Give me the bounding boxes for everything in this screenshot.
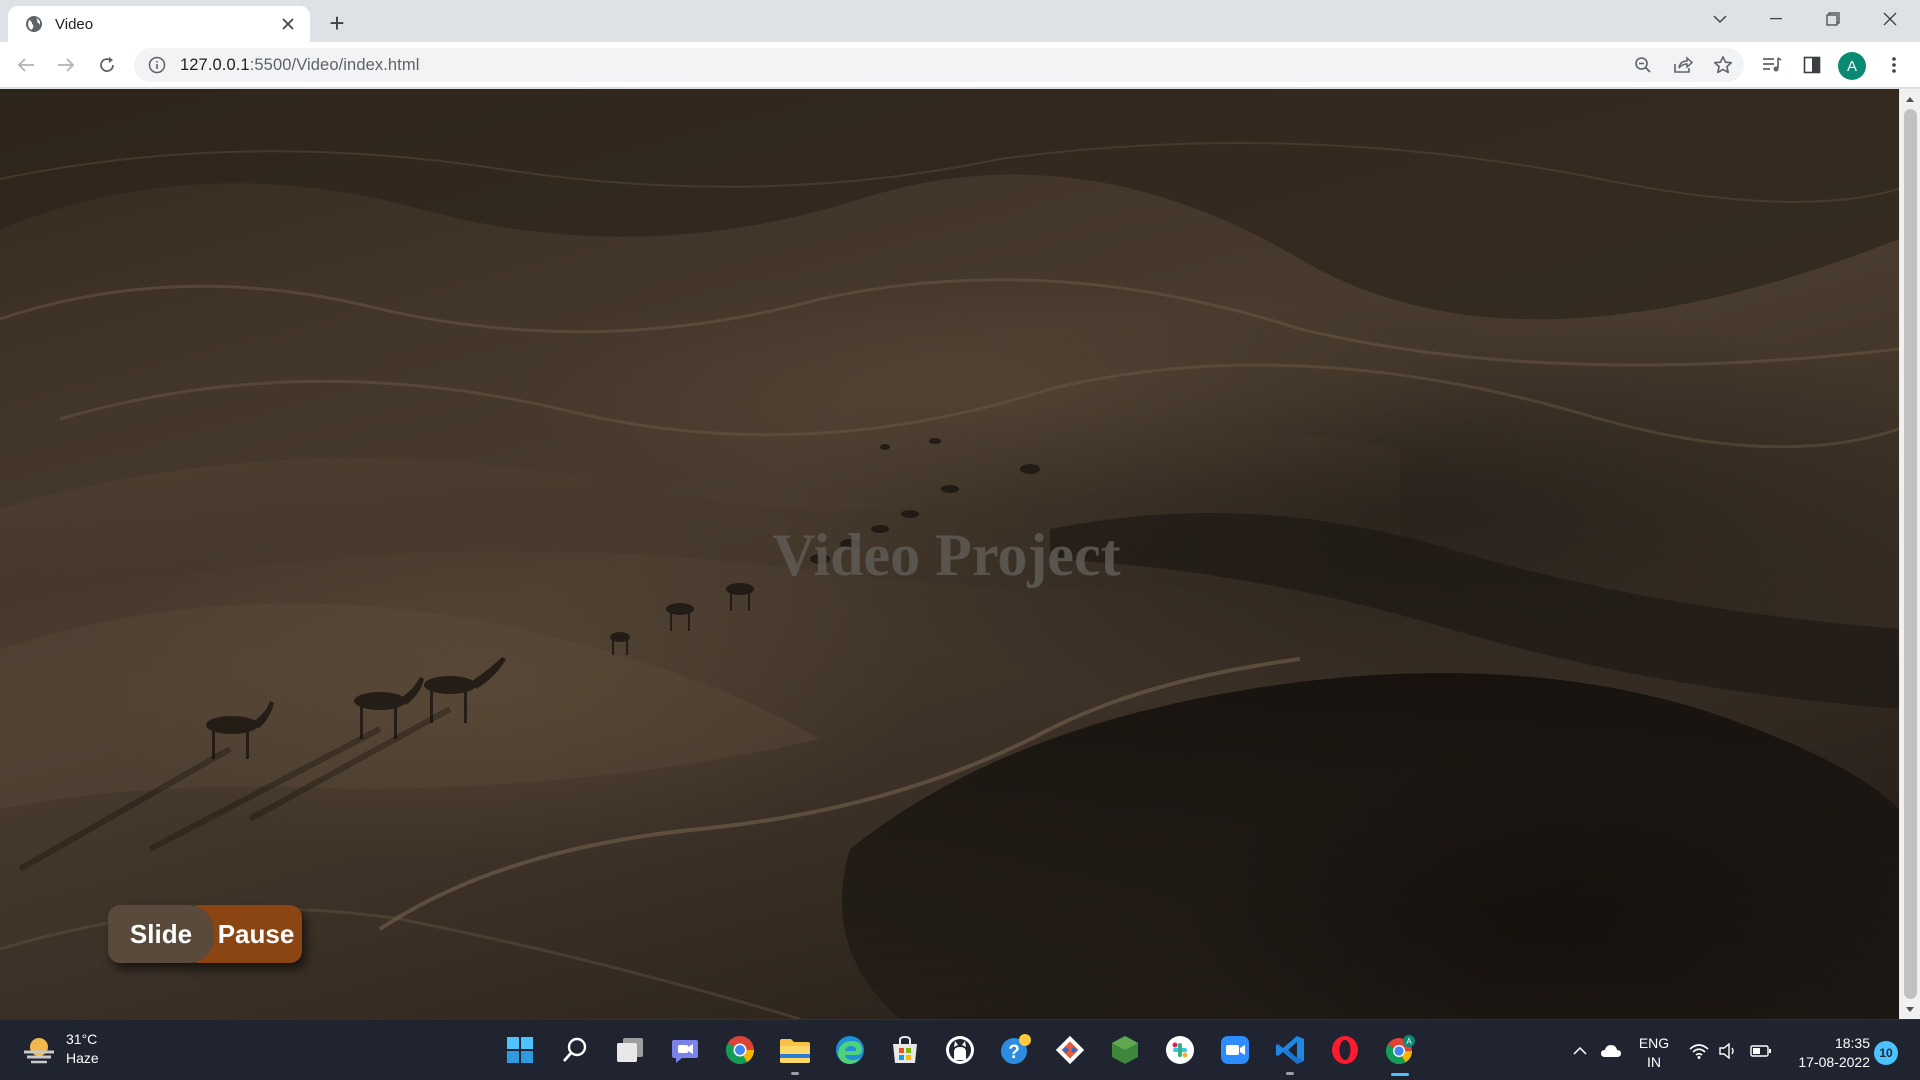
back-button[interactable]: [10, 49, 42, 81]
slide-button[interactable]: Slide: [108, 905, 214, 963]
profile-avatar[interactable]: A: [1838, 52, 1866, 80]
vscode-icon[interactable]: [1273, 1033, 1307, 1075]
system-clock[interactable]: 18:35 17-08-2022: [1782, 1034, 1870, 1072]
globe-icon: [24, 15, 43, 34]
page-title: Video Project: [772, 522, 1121, 588]
close-window-button[interactable]: [1862, 0, 1918, 38]
scrollbar-thumb[interactable]: [1904, 109, 1917, 999]
address-bar[interactable]: 127.0.0.1:5500/Video/index.html: [134, 48, 1744, 82]
windows-start-icon[interactable]: [503, 1033, 537, 1067]
github-icon[interactable]: [943, 1033, 977, 1067]
teams-chat-icon[interactable]: [668, 1033, 702, 1067]
url-text: 127.0.0.1:5500/Video/index.html: [180, 55, 420, 74]
onedrive-cloud-icon[interactable]: [1598, 1020, 1624, 1080]
input-language-indicator[interactable]: ENG IN: [1636, 1034, 1672, 1072]
page-scrollbar[interactable]: [1899, 89, 1920, 1019]
media-control-icon[interactable]: [1756, 49, 1788, 81]
browser-toolbar: 127.0.0.1:5500/Video/index.html A: [0, 42, 1920, 88]
notification-count-badge[interactable]: 10: [1874, 1041, 1898, 1065]
close-tab-icon[interactable]: [278, 14, 298, 34]
svg-text:A: A: [1406, 1037, 1412, 1046]
tab-search-icon[interactable]: [1692, 0, 1748, 38]
node-icon[interactable]: [1108, 1033, 1142, 1067]
page-viewport: Video Project Slide Pause: [0, 89, 1899, 1019]
chrome-profile-icon[interactable]: A: [1383, 1033, 1417, 1076]
clock-date: 17-08-2022: [1798, 1054, 1870, 1070]
file-explorer-icon[interactable]: [778, 1033, 812, 1075]
edge-icon[interactable]: [833, 1033, 867, 1067]
windows-taskbar: 31°C Haze ? A ENG IN 18:35 17-08-2022 10: [0, 1019, 1920, 1080]
search-icon[interactable]: [558, 1033, 592, 1067]
reload-button[interactable]: [91, 49, 123, 81]
zoom-icon[interactable]: [1630, 52, 1656, 78]
restore-button[interactable]: [1805, 0, 1861, 38]
forward-button[interactable]: [50, 49, 82, 81]
show-hidden-icons-chevron-icon[interactable]: [1568, 1020, 1592, 1080]
weather-condition: Haze: [66, 1050, 99, 1066]
slack-icon[interactable]: [1163, 1033, 1197, 1067]
video-controls: Slide Pause: [108, 905, 302, 963]
bookmark-star-icon[interactable]: [1710, 52, 1736, 78]
tab-title: Video: [55, 15, 94, 33]
tab-strip: Video +: [0, 0, 1920, 42]
battery-icon[interactable]: [1748, 1020, 1774, 1080]
help-icon[interactable]: ?: [998, 1033, 1032, 1067]
zoom-meetings-icon[interactable]: [1218, 1033, 1252, 1067]
scroll-down-arrow-icon[interactable]: [1905, 1004, 1915, 1014]
weather-widget[interactable]: 31°C Haze: [22, 1030, 99, 1068]
scroll-up-arrow-icon[interactable]: [1905, 94, 1915, 104]
site-info-icon[interactable]: [148, 56, 166, 74]
task-view-icon[interactable]: [613, 1033, 647, 1067]
opera-icon[interactable]: [1328, 1033, 1362, 1067]
svg-text:?: ?: [1008, 1042, 1020, 1063]
tab-video[interactable]: Video: [8, 6, 310, 42]
wifi-icon[interactable]: [1687, 1020, 1711, 1080]
volume-icon[interactable]: [1716, 1020, 1740, 1080]
git-icon[interactable]: [1053, 1033, 1087, 1067]
haze-weather-icon: [22, 1034, 56, 1064]
clock-time: 18:35: [1834, 1035, 1870, 1051]
new-tab-button[interactable]: +: [322, 8, 352, 38]
share-icon[interactable]: [1670, 52, 1696, 78]
side-panel-icon[interactable]: [1796, 49, 1828, 81]
microsoft-store-icon[interactable]: [888, 1033, 922, 1067]
minimize-button[interactable]: [1748, 0, 1804, 38]
chrome-icon[interactable]: [723, 1033, 757, 1067]
weather-temperature: 31°C: [66, 1031, 98, 1047]
more-menu-icon[interactable]: [1878, 49, 1910, 81]
